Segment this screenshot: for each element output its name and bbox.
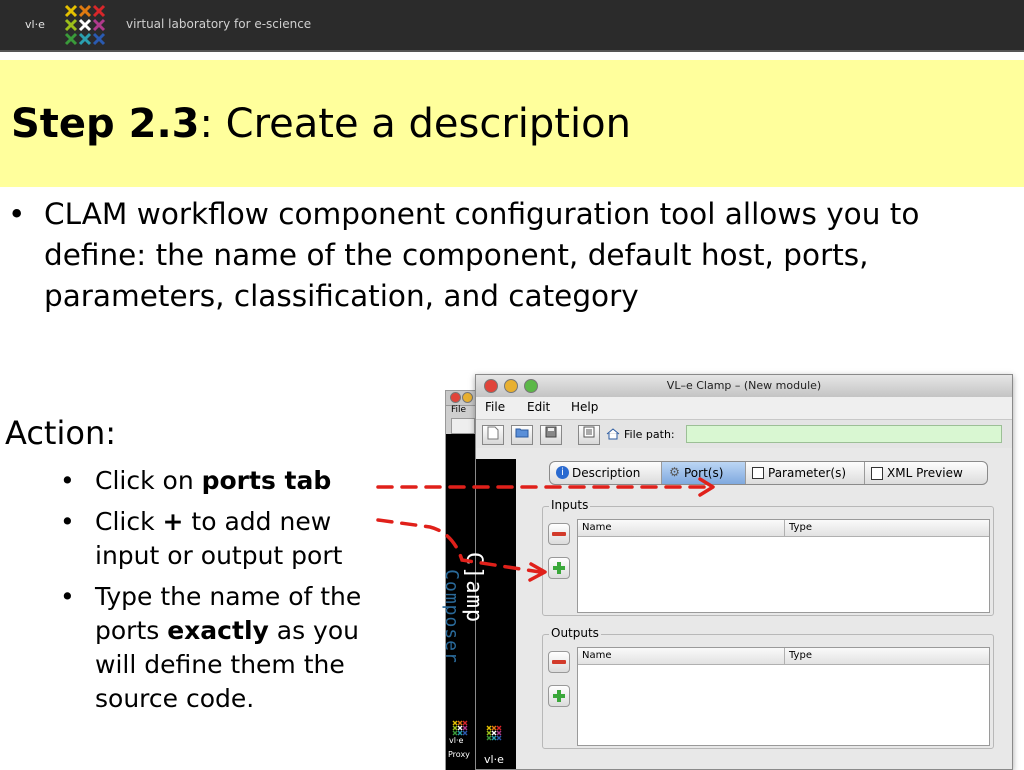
action-label: Action: [5,414,116,452]
tab-label: Port(s) [684,466,724,480]
bullet-dot: • [60,466,75,495]
tab-bar: i Description ⚙ Port(s) Parameter(s) XML… [549,461,988,485]
main-bullet-text: CLAM workflow component configuration to… [44,197,920,313]
clamp-vertical-label: C]amp [461,551,487,624]
inputs-label: Inputs [549,498,591,512]
vle-logo-icon [486,725,502,741]
composer-vertical-label: Composer [440,569,462,664]
minimize-icon[interactable] [462,392,473,403]
outputs-table[interactable]: Name Type [577,647,990,746]
text-fragment: Click [95,507,163,536]
clamp-vle-text: vl·e [484,753,504,766]
document-icon [871,467,883,480]
header-bar: vl·e virtual laboratory for e-science [0,0,1024,52]
tab-ports[interactable]: ⚙ Port(s) [662,462,746,484]
open-file-button[interactable] [511,425,533,445]
plus-icon-vertical [557,690,561,702]
window-title: VL–e Clamp – (New module) [666,379,822,392]
menu-edit[interactable]: Edit [527,400,550,414]
inputs-table-header: Name Type [578,520,989,537]
column-header-type[interactable]: Type [785,648,989,664]
menu-bar: File Edit Help [476,397,1012,420]
tab-parameters[interactable]: Parameter(s) [746,462,865,484]
vle-logo-icon [452,720,468,736]
inputs-group: Inputs Name Type [542,498,994,616]
sub-bullet-text: Click + to add new input or output port [95,505,385,573]
composer-toolbar-button[interactable] [451,418,475,434]
menu-file[interactable]: File [485,400,505,414]
clamp-window[interactable]: VL–e Clamp – (New module) File Edit Help… [461,374,1013,770]
save-button[interactable] [540,425,562,445]
minus-icon [552,660,566,664]
composer-vle-text: vl·e [449,736,464,745]
toolbar: File path: [476,420,1012,448]
menu-help[interactable]: Help [571,400,598,414]
text-emphasis: ports tab [201,466,332,495]
bullet-dot: • [60,507,75,536]
text-emphasis: + [162,507,184,536]
text-emphasis: exactly [167,616,269,645]
remove-output-button[interactable] [548,651,570,673]
column-header-name[interactable]: Name [578,520,785,536]
tab-label: Description [572,466,641,480]
text-fragment: Click on [95,466,202,495]
title-step: Step 2.3 [11,101,200,147]
outputs-table-header: Name Type [578,648,989,665]
composer-menu-file[interactable]: File [451,405,466,415]
tab-xml-preview[interactable]: XML Preview [865,462,987,484]
tagline: virtual laboratory for e-science [126,17,312,31]
brand-text: vl·e [25,18,45,31]
open-folder-icon [515,428,529,438]
clamp-sidebar: C]amp vl·e [461,459,516,769]
title-text: : Create a description [199,101,631,147]
parameter-icon [752,467,764,479]
bullet-dot: • [60,582,75,611]
slide-title: Step 2.3: Create a description [11,101,631,147]
inputs-table[interactable]: Name Type [577,519,990,613]
column-header-name[interactable]: Name [578,648,785,664]
plus-icon-vertical [557,562,561,574]
new-file-button[interactable] [482,425,504,445]
new-file-icon [487,426,499,440]
bullet-dot: • [8,197,26,231]
home-icon [606,428,620,440]
save-icon [545,426,557,438]
outputs-label: Outputs [549,626,601,640]
add-output-button[interactable] [548,685,570,707]
proxy-label: Proxy [448,750,470,759]
file-path-label: File path: [624,428,675,441]
add-input-button[interactable] [548,557,570,579]
column-header-type[interactable]: Type [785,520,989,536]
details-button[interactable] [578,425,600,445]
window-titlebar[interactable]: VL–e Clamp – (New module) [476,375,1012,398]
vle-logo-icon [64,4,106,46]
tab-label: Parameter(s) [768,466,847,480]
info-icon: i [556,466,569,479]
tab-label: XML Preview [887,466,963,480]
file-path-input[interactable] [686,425,1002,443]
outputs-group: Outputs Name Type [542,626,994,749]
list-icon [583,426,595,438]
close-icon[interactable] [450,392,461,403]
gear-icon: ⚙ [669,465,680,479]
remove-input-button[interactable] [548,523,570,545]
tab-description[interactable]: i Description [550,462,662,484]
sub-bullet-text: Click on ports tab [95,464,415,498]
minus-icon [552,532,566,536]
sub-bullet-text: Type the name of the ports exactly as yo… [95,580,405,716]
